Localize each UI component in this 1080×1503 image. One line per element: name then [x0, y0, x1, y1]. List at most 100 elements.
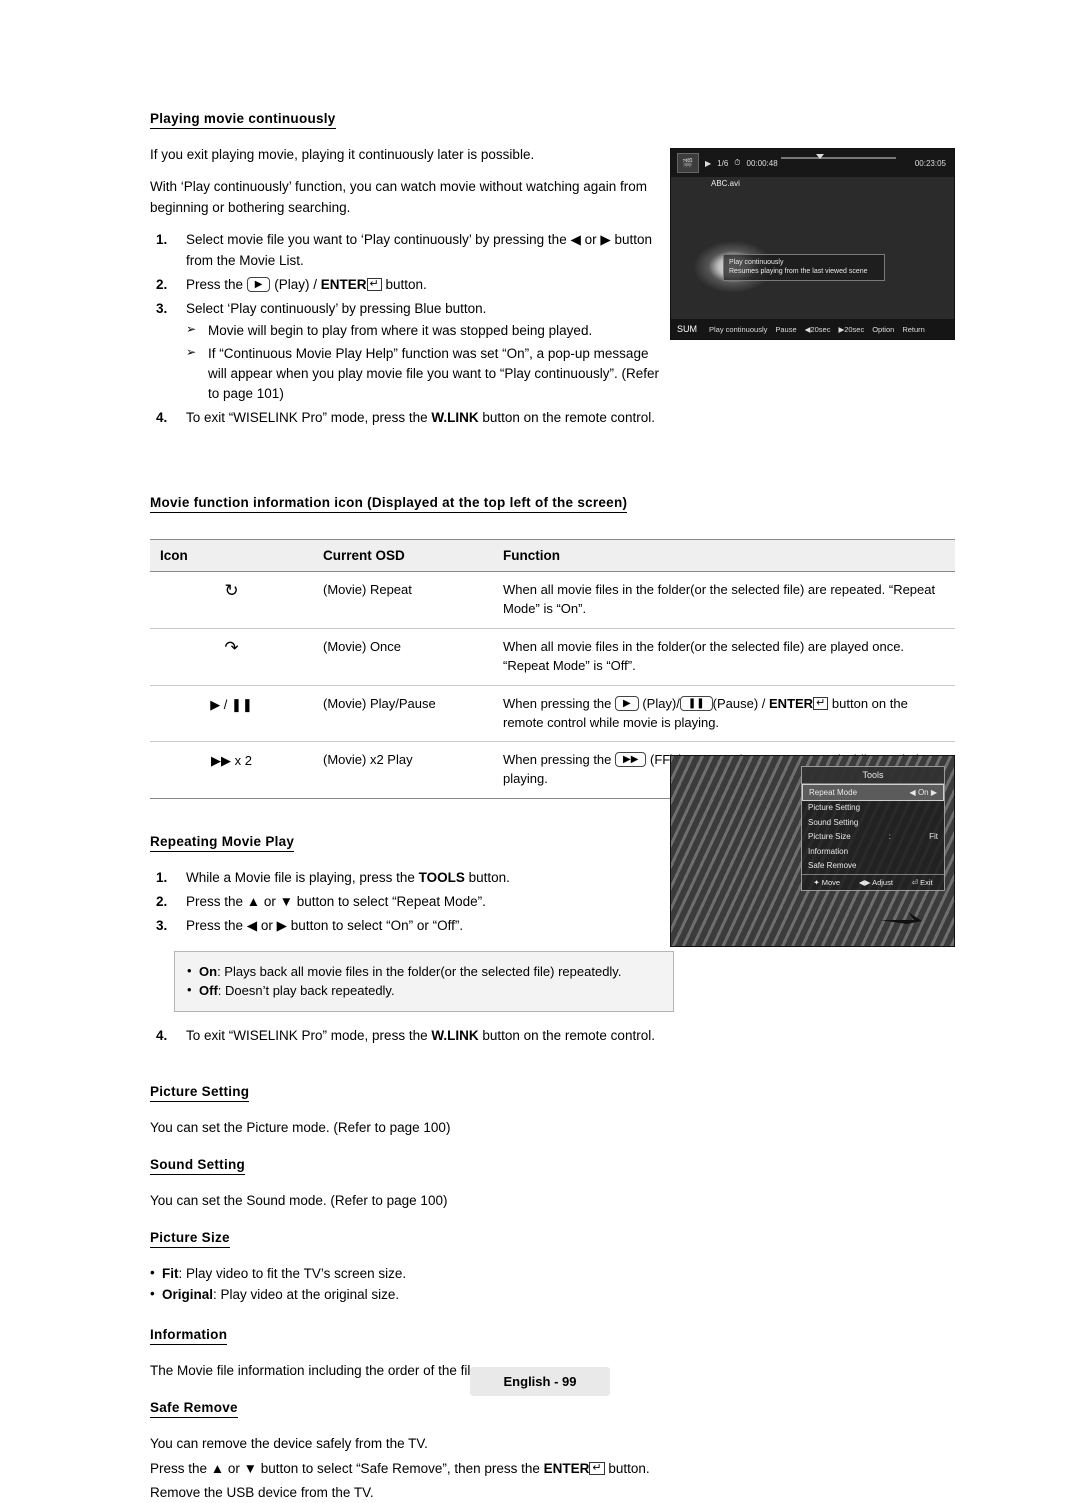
pause-key-icon: ❚❚: [679, 695, 713, 711]
tools-menu: Tools Repeat Mode ◀ On ▶ Picture Setting…: [801, 766, 945, 891]
btn-option[interactable]: Option: [872, 325, 894, 334]
tools-item-label: Picture Setting: [808, 803, 861, 813]
source-label: SUM: [677, 324, 697, 334]
repeat-steps-list-cont: 4. To exit “WISELINK Pro” mode, press th…: [150, 1026, 670, 1047]
play-key-icon: ▶: [615, 695, 639, 711]
step-text-a: Press the: [186, 276, 247, 292]
fit-label: Fit: [162, 1266, 179, 1282]
cell-osd: (Movie) Play/Pause: [313, 685, 493, 743]
play-pause-icon: ▶ / ❚❚: [210, 696, 253, 712]
table-header-row: Icon Current OSD Function: [150, 539, 955, 573]
section-heading-safe-remove: Safe Remove: [150, 1400, 238, 1419]
step-text-b: button on the remote control.: [478, 410, 655, 426]
step-text-a: To exit “WISELINK Pro” mode, press the: [186, 1027, 432, 1043]
play-continuously-popup: Play continuously Resumes playing from t…: [723, 254, 885, 281]
tip-off-text: : Doesn’t play back repeatedly.: [217, 983, 395, 999]
movie-icon: 🎬: [677, 153, 699, 173]
cell-function: When all movie files in the folder(or th…: [493, 628, 955, 686]
section-safe-remove: Safe Remove You can remove the device sa…: [150, 1399, 955, 1503]
substep-1: ➢ Movie will begin to play from where it…: [186, 321, 670, 341]
footer-move[interactable]: ✦ Move: [813, 878, 840, 887]
btn-return[interactable]: Return: [902, 325, 925, 334]
section-heading-playing-movie: Playing movie continuously: [150, 111, 336, 129]
x2-play-icon: ▶▶ x 2: [211, 753, 252, 769]
column-header-function: Function: [493, 539, 955, 573]
tools-item-information[interactable]: Information: [802, 844, 944, 859]
tools-bold: TOOLS: [418, 870, 465, 886]
btn-rew20[interactable]: ◀20sec: [805, 325, 831, 334]
safe-remove-text-2: Press the ▲ or ▼ button to select “Safe …: [150, 1459, 955, 1479]
table-row: ↷ (Movie) Once When all movie files in t…: [150, 628, 955, 686]
section-picture-size: Picture Size Fit: Play video to fit the …: [150, 1229, 955, 1306]
repeat-icon: ↻: [224, 581, 239, 601]
section-repeating-movie-play: Repeating Movie Play 1. While a Movie fi…: [150, 833, 674, 1047]
step-number: 3.: [156, 917, 168, 933]
btn-pause[interactable]: Pause: [775, 325, 796, 334]
fn-text-c: (Pause) /: [712, 695, 770, 711]
btn-ff20[interactable]: ▶20sec: [838, 325, 864, 334]
seek-bar[interactable]: [781, 154, 896, 159]
safe-remove-text-2b: button.: [604, 1460, 650, 1476]
tip-on: On: Plays back all movie files in the fo…: [187, 961, 661, 982]
step-2: 2. Press the ▶ (Play) / ENTER ↵ button.: [150, 275, 670, 296]
step-text-b: button.: [464, 870, 510, 886]
pointer-arrow-icon: [880, 912, 922, 924]
step-4: 4. To exit “WISELINK Pro” mode, press th…: [150, 408, 670, 429]
tools-menu-footer: ✦ Move ◀▶ Adjust ⏎ Exit: [802, 873, 944, 890]
tools-item-value-group: ◀ On ▶: [910, 788, 937, 798]
section-picture-setting: Picture Setting You can set the Picture …: [150, 1083, 955, 1138]
tools-item-sound-setting[interactable]: Sound Setting: [802, 815, 944, 830]
substep-2: ➢ If “Continuous Movie Play Help” functi…: [186, 344, 670, 405]
safe-remove-text-2a: Press the ▲ or ▼ button to select “Safe …: [150, 1460, 544, 1476]
repeat-mode-tip-box: On: Plays back all movie files in the fo…: [174, 950, 674, 1012]
step-number: 3.: [156, 300, 168, 316]
cell-icon: ▶▶ x 2: [150, 741, 313, 800]
right-arrow-icon[interactable]: ▶: [931, 788, 937, 797]
tools-item-repeat-mode[interactable]: Repeat Mode ◀ On ▶: [802, 784, 944, 801]
tools-item-safe-remove[interactable]: Safe Remove: [802, 859, 944, 874]
section-movie-function-icons: Movie function information icon (Display…: [150, 494, 955, 800]
fn-text-a: When pressing the: [503, 752, 616, 768]
cell-function: When all movie files in the folder(or th…: [493, 571, 955, 630]
tip-off-label: Off: [199, 983, 218, 999]
left-arrow-icon[interactable]: ◀: [910, 788, 916, 797]
section-sound-setting: Sound Setting You can set the Sound mode…: [150, 1156, 955, 1211]
cell-osd: (Movie) Once: [313, 628, 493, 686]
step-1: 1. While a Movie file is playing, press …: [150, 868, 670, 889]
step-number: 4.: [156, 1027, 168, 1043]
tip-on-label: On: [199, 963, 218, 979]
left-arrow-icon: ◀: [570, 231, 581, 247]
elapsed-time: 00:00:48: [746, 158, 778, 168]
picture-setting-text: You can set the Picture mode. (Refer to …: [150, 1119, 451, 1135]
substep-text: Movie will begin to play from where it w…: [208, 323, 593, 339]
section-heading-movie-function-icon: Movie function information icon (Display…: [150, 495, 628, 514]
step-3: 3. Select ‘Play continuously’ by pressin…: [150, 299, 670, 405]
tools-item-value: On: [917, 787, 929, 797]
step-text-b: button on the remote control.: [478, 1027, 655, 1043]
wlink-bold: W.LINK: [431, 1027, 479, 1043]
enter-bold: ENTER: [320, 276, 367, 292]
sub-arrow-icon: ➢: [186, 344, 197, 359]
file-index: 1/6: [717, 158, 729, 168]
step-text-b: or: [580, 231, 601, 247]
step-text-a: Press the ◀ or ▶ button to select “On” o…: [186, 917, 464, 933]
tools-item-picture-setting[interactable]: Picture Setting: [802, 801, 944, 816]
tools-item-label: Safe Remove: [808, 861, 857, 871]
section-heading-picture-setting: Picture Setting: [150, 1084, 250, 1102]
intro-paragraph-1: If you exit playing movie, playing it co…: [150, 147, 535, 162]
sub-arrow-icon: ➢: [186, 322, 197, 337]
enter-bold: ENTER: [769, 695, 814, 711]
column-header-current-osd: Current OSD: [313, 539, 493, 573]
section-heading-sound-setting: Sound Setting: [150, 1157, 245, 1176]
footer-adjust[interactable]: ◀▶ Adjust: [859, 878, 893, 887]
footer-exit[interactable]: ⏎ Exit: [912, 878, 933, 887]
cell-icon: ↻: [150, 571, 313, 630]
sound-setting-text: You can set the Sound mode. (Refer to pa…: [150, 1193, 448, 1209]
right-arrow-icon: ▶: [600, 231, 611, 247]
btn-play-continuously[interactable]: Play continuously: [709, 325, 767, 334]
tools-item-sep: :: [888, 832, 892, 842]
popup-body: Resumes playing from the last viewed sce…: [729, 268, 868, 276]
tools-item-picture-size[interactable]: Picture Size : Fit: [802, 830, 944, 845]
cell-function: When pressing the ▶ (Play)/❚❚ (Pause) / E…: [493, 685, 955, 743]
column-header-icon: Icon: [150, 539, 313, 573]
